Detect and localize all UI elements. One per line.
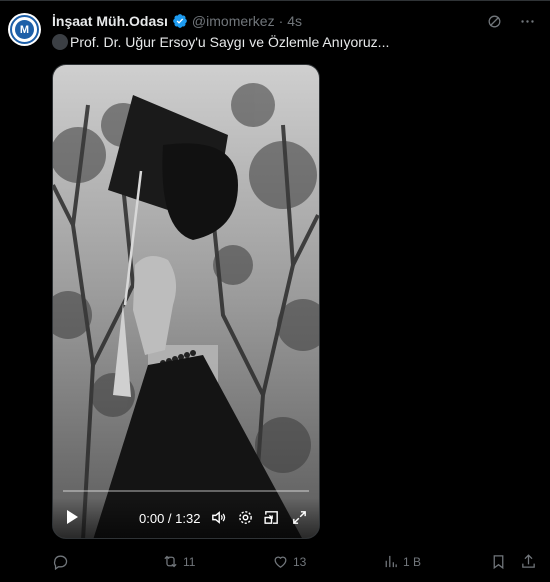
share-icon — [522, 554, 535, 568]
pip-icon[interactable] — [263, 509, 280, 526]
post-actions-bar: 11 13 1 B — [52, 553, 542, 571]
retweet-icon — [164, 555, 177, 568]
post-text-content: Prof. Dr. Uğur Ersoy'u Saygı ve Özlemle … — [70, 34, 390, 50]
avatar[interactable]: M — [8, 13, 41, 46]
views-count: 1 B — [403, 554, 422, 569]
graduation-cap-photo — [53, 65, 319, 538]
post-text: Prof. Dr. Uğur Ersoy'u Saygı ve Özlemle … — [52, 34, 389, 50]
bookmark-button[interactable] — [490, 553, 507, 570]
retweet-count: 11 — [183, 554, 196, 569]
video-player[interactable]: 0:00 / 1:32 — [52, 64, 320, 539]
like-count: 13 — [293, 554, 307, 569]
verified-badge-icon[interactable] — [172, 13, 188, 29]
settings-icon[interactable] — [237, 509, 254, 526]
post-top-actions — [486, 13, 536, 30]
black-circle-emoji-icon — [52, 34, 68, 50]
reply-button[interactable] — [52, 553, 73, 570]
bookmark-icon — [493, 555, 504, 570]
more-options-icon[interactable] — [519, 13, 536, 30]
post-timestamp[interactable]: 4s — [287, 13, 302, 29]
divider — [0, 0, 550, 1]
play-icon[interactable] — [65, 509, 79, 525]
reply-icon — [53, 555, 68, 570]
share-button[interactable] — [520, 553, 537, 570]
imo-logo-icon: M — [10, 15, 39, 44]
video-progress-bar[interactable] — [63, 490, 309, 492]
retweet-button[interactable]: 11 — [162, 553, 195, 570]
volume-icon[interactable] — [210, 509, 227, 526]
views-button[interactable]: 1 B — [382, 553, 421, 570]
grok-icon[interactable] — [486, 13, 503, 30]
post-header: İnşaat Müh.Odası @imomerkez · 4s — [52, 12, 302, 30]
like-button[interactable]: 13 — [272, 553, 306, 570]
separator-dot: · — [278, 13, 284, 29]
fullscreen-icon[interactable] — [291, 509, 308, 526]
video-timecode: 0:00 / 1:32 — [139, 511, 201, 526]
analytics-icon — [385, 555, 397, 568]
heart-icon — [274, 556, 287, 568]
author-name[interactable]: İnşaat Müh.Odası — [52, 13, 168, 29]
author-handle[interactable]: @imomerkez — [192, 13, 275, 29]
